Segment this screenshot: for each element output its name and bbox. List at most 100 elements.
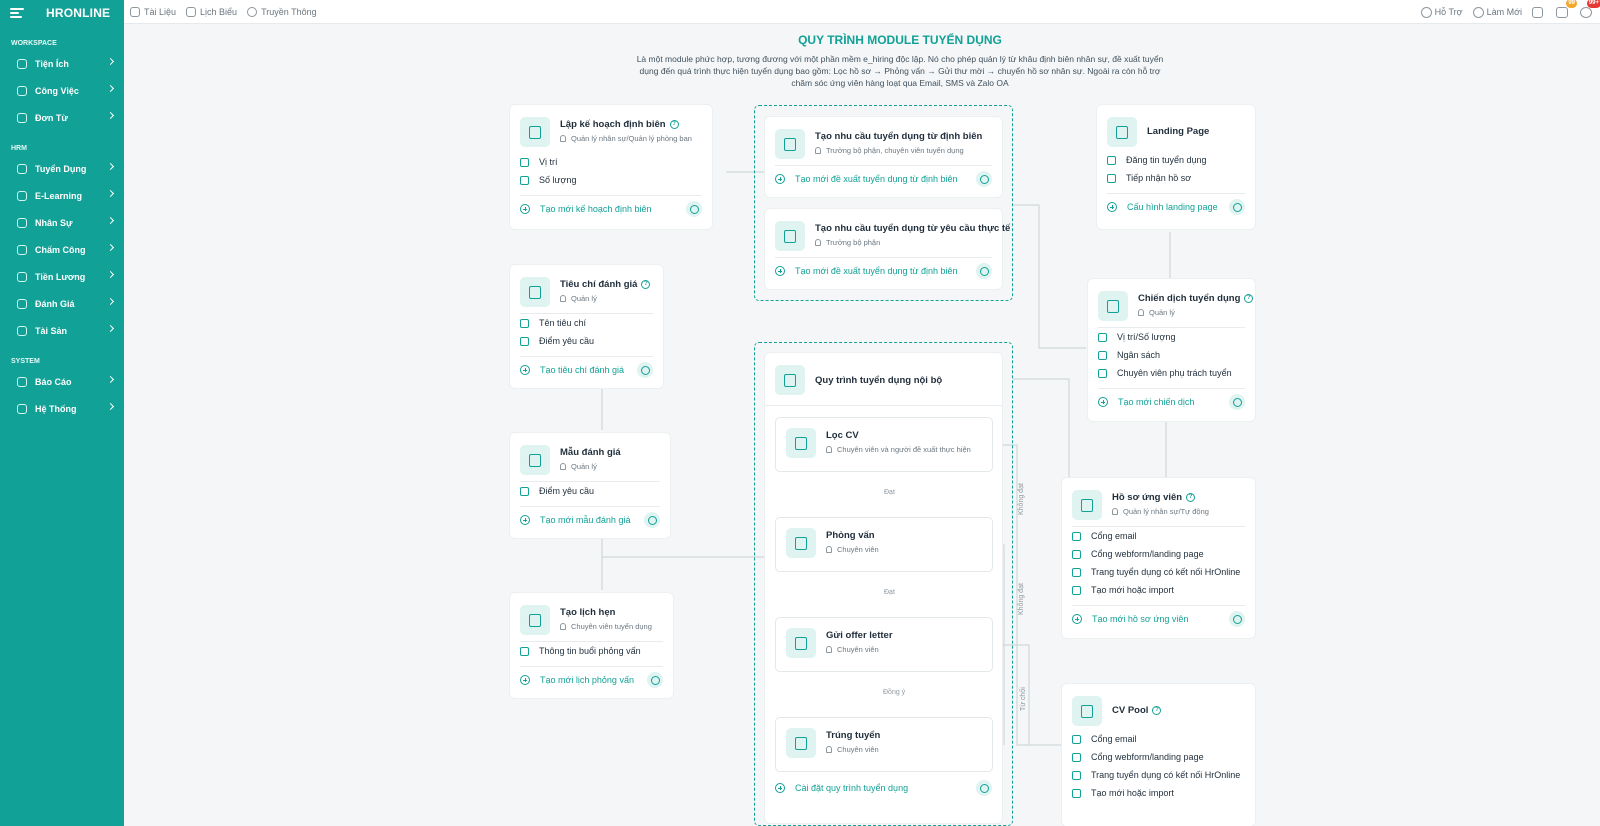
configure-landing-action[interactable]: Cấu hình landing page bbox=[1097, 194, 1255, 220]
list-item: Trang tuyển dụng có kết nối HrOnline bbox=[1062, 766, 1255, 784]
person-icon bbox=[560, 623, 566, 630]
document-icon bbox=[17, 112, 27, 123]
list-item: Cổng webform/landing page bbox=[1062, 748, 1255, 766]
help-button[interactable] bbox=[647, 672, 663, 688]
sidebar-item-danh-gia[interactable]: Đánh Giá bbox=[0, 290, 124, 317]
chart-icon bbox=[17, 376, 27, 387]
help-icon[interactable]: ? bbox=[669, 120, 679, 129]
help-icon[interactable]: ? bbox=[641, 280, 651, 289]
fullscreen-button[interactable] bbox=[1532, 6, 1546, 18]
topbar-link-calendar[interactable]: Lịch Biểu bbox=[186, 6, 237, 17]
need1-subtitle: Trưởng bộ phận, chuyên viên tuyển dụng bbox=[826, 146, 964, 155]
sidebar-item-cham-cong[interactable]: Chấm Công bbox=[0, 236, 124, 263]
main-content: QUY TRÌNH MODULE TUYỂN DỤNG Là một modul… bbox=[124, 25, 1600, 826]
sidebar-item-nhan-su[interactable]: Nhân Sự bbox=[0, 209, 124, 236]
chevron-right-icon bbox=[106, 243, 115, 252]
support-button[interactable]: Hỗ Trợ bbox=[1420, 6, 1463, 18]
help-icon[interactable]: ? bbox=[1152, 706, 1162, 715]
help-button[interactable] bbox=[1229, 394, 1245, 410]
person-icon bbox=[815, 239, 821, 246]
stage-hired[interactable]: Trúng tuyển Chuyên viên bbox=[776, 718, 992, 771]
create-profile-action[interactable]: Tạo mới hồ sơ ứng viên bbox=[1062, 606, 1255, 632]
refresh-button[interactable]: Làm Mới bbox=[1472, 6, 1522, 18]
help-button[interactable] bbox=[637, 362, 653, 378]
create-need2-action[interactable]: Tạo mới đề xuất tuyển dụng từ định biên bbox=[765, 258, 1002, 284]
people-icon bbox=[17, 217, 27, 228]
help-button[interactable] bbox=[976, 171, 992, 187]
browser-icon bbox=[1107, 117, 1137, 147]
create-schedule-action[interactable]: Tạo mới lịch phỏng vấn bbox=[510, 667, 673, 693]
help-button[interactable] bbox=[1229, 611, 1245, 627]
setup-process-action[interactable]: Cài đặt quy trình tuyển dụng bbox=[765, 775, 1002, 801]
sidebar-item-don-tu[interactable]: Đơn Từ bbox=[0, 104, 124, 131]
sidebar-item-he-thong[interactable]: Hệ Thống bbox=[0, 395, 124, 422]
sidebar-item-cong-viec[interactable]: Công Việc bbox=[0, 77, 124, 104]
plus-circle-icon bbox=[520, 365, 530, 375]
criteria-subtitle: Quản lý bbox=[571, 294, 597, 303]
person-icon bbox=[1098, 368, 1107, 378]
sidebar-item-tien-ich[interactable]: Tiện Ích bbox=[0, 50, 124, 77]
plan-title: Lập kế hoạch định biên bbox=[560, 119, 666, 130]
help-button[interactable] bbox=[976, 263, 992, 279]
sidebar-item-bao-cao[interactable]: Báo Cáo bbox=[0, 368, 124, 395]
sidebar-item-e-learning[interactable]: E-Learning bbox=[0, 182, 124, 209]
stage-filter-cv[interactable]: Lọc CV Chuyên viên và người đề xuất thực… bbox=[776, 418, 992, 471]
topbar: Tài Liệu Lịch Biểu Truyền Thông Hỗ Trợ L… bbox=[124, 0, 1600, 24]
flow-label-fail2: Không đạt bbox=[1018, 583, 1025, 615]
create-criteria-action[interactable]: Tạo tiêu chí đánh giá bbox=[510, 357, 663, 383]
person-icon bbox=[560, 295, 566, 302]
help-icon[interactable]: ? bbox=[1244, 294, 1254, 303]
create-need1-action[interactable]: Tạo mới đề xuất tuyển dụng từ định biên bbox=[765, 166, 1002, 192]
help-button[interactable] bbox=[1229, 199, 1245, 215]
utilities-icon bbox=[17, 58, 27, 69]
person-icon bbox=[826, 446, 832, 453]
sidebar-item-tuyen-dung[interactable]: Tuyển Dụng bbox=[0, 155, 124, 182]
create-plan-action[interactable]: Tạo mới kế hoạch định biên bbox=[510, 196, 712, 222]
topbar-link-communication[interactable]: Truyền Thông bbox=[247, 6, 317, 17]
chevron-right-icon bbox=[106, 297, 115, 306]
topbar-link-documents[interactable]: Tài Liệu bbox=[130, 6, 176, 17]
campaign-card: Chiến dịch tuyển dụng? Quản lý Vị trí/Số… bbox=[1088, 279, 1255, 421]
calendar-icon bbox=[186, 6, 197, 17]
sidebar-section-workspace: WORKSPACE bbox=[11, 39, 57, 47]
help-icon[interactable]: ? bbox=[1186, 493, 1196, 502]
filter-document-icon bbox=[786, 428, 816, 458]
briefcase-icon bbox=[1107, 155, 1116, 165]
help-button[interactable] bbox=[686, 201, 702, 217]
sidebar-item-tien-luong[interactable]: Tiền Lương bbox=[0, 263, 124, 290]
chevron-right-icon bbox=[106, 402, 115, 411]
money-icon bbox=[17, 271, 27, 282]
sidebar-item-tai-san[interactable]: Tài Sản bbox=[0, 317, 124, 344]
chevron-right-icon bbox=[106, 162, 115, 171]
messages-button[interactable]: 99 bbox=[1556, 0, 1577, 19]
chevron-right-icon bbox=[106, 189, 115, 198]
webform-icon bbox=[1072, 549, 1081, 559]
folder-icon bbox=[130, 6, 140, 17]
dollar-icon bbox=[1098, 350, 1107, 360]
chevron-right-icon bbox=[106, 57, 115, 66]
stage-offer-letter[interactable]: Gửi offer letter Chuyên viên bbox=[776, 618, 992, 671]
list-item: Tiếp nhận hồ sơ bbox=[1097, 169, 1255, 187]
check-square-icon bbox=[17, 298, 27, 309]
search-document-icon bbox=[775, 129, 805, 159]
import-icon bbox=[1072, 788, 1081, 798]
create-campaign-action[interactable]: Tạo mới chiến dịch bbox=[1088, 389, 1255, 415]
notifications-button[interactable]: 99+ bbox=[1580, 0, 1600, 19]
stage-interview[interactable]: Phỏng vấn Chuyên viên bbox=[776, 518, 992, 571]
list-item: Tạo mới hoặc import bbox=[1062, 784, 1255, 802]
candidate-profile-card: Hồ sơ ứng viên? Quản lý nhân sự/Tự động … bbox=[1062, 478, 1255, 638]
flow-label-pass1: Đạt bbox=[884, 489, 895, 496]
file-icon bbox=[1107, 173, 1116, 183]
menu-icon[interactable] bbox=[10, 8, 24, 18]
list-item: Cổng webform/landing page bbox=[1062, 545, 1255, 563]
group-icon bbox=[520, 175, 529, 185]
help-button[interactable] bbox=[976, 780, 992, 796]
create-template-action[interactable]: Tạo mới mẫu đánh giá bbox=[510, 507, 670, 533]
list-item: Điểm yêu cầu bbox=[510, 482, 670, 500]
file-check-icon bbox=[520, 445, 550, 475]
help-button[interactable] bbox=[644, 512, 660, 528]
chevron-right-icon bbox=[106, 270, 115, 279]
email-icon bbox=[1072, 734, 1081, 744]
topbar-actions: Hỗ Trợ Làm Mới 99 99+ bbox=[1420, 0, 1600, 24]
plus-circle-icon bbox=[775, 783, 785, 793]
